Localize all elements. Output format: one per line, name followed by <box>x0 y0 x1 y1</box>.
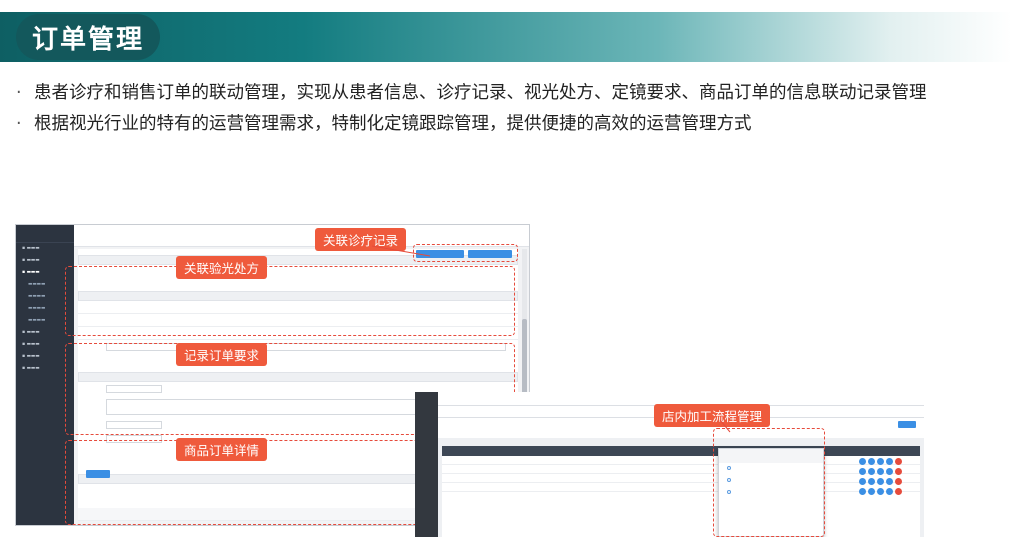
callout-order-details: 商品订单详情 <box>176 438 268 461</box>
action-circle[interactable] <box>877 468 884 475</box>
table-header <box>442 446 920 456</box>
action-circle[interactable] <box>877 478 884 485</box>
bullet-marker: · <box>16 114 22 134</box>
table-row <box>442 456 920 465</box>
action-circle[interactable] <box>886 478 893 485</box>
bullet-list: · 患者诊疗和销售订单的联动管理，实现从患者信息、诊疗记录、视光处方、定镜要求、… <box>16 78 996 140</box>
action-circle[interactable] <box>895 458 902 465</box>
table-row <box>442 474 920 483</box>
table-row <box>442 465 920 474</box>
action-circle[interactable] <box>859 488 866 495</box>
bullet-marker: · <box>16 83 22 103</box>
action-circle[interactable] <box>895 488 902 495</box>
action-circle[interactable] <box>868 478 875 485</box>
action-circle[interactable] <box>895 478 902 485</box>
callout-record-requirements: 记录订单要求 <box>176 343 268 366</box>
app-logo <box>16 225 74 243</box>
bullet-item: · 患者诊疗和销售订单的联动管理，实现从患者信息、诊疗记录、视光处方、定镜要求、… <box>16 78 996 109</box>
slide: 订单管理 · 患者诊疗和销售订单的联动管理，实现从患者信息、诊疗记录、视光处方、… <box>0 0 1012 537</box>
callout-link-prescription: 关联验光处方 <box>176 256 268 279</box>
action-circle[interactable] <box>886 458 893 465</box>
callout-inhouse-process: 店内加工流程管理 <box>654 404 771 427</box>
table-row <box>442 483 920 492</box>
action-circle[interactable] <box>877 458 884 465</box>
bullet-text: 患者诊疗和销售订单的联动管理，实现从患者信息、诊疗记录、视光处方、定镜要求、商品… <box>34 83 927 103</box>
query-button[interactable] <box>898 421 916 428</box>
highlight-link-record <box>413 244 518 262</box>
action-circle[interactable] <box>859 458 866 465</box>
processing-table <box>442 446 920 537</box>
action-circle[interactable] <box>868 468 875 475</box>
action-circle[interactable] <box>868 458 875 465</box>
sidebar-item: ▪ ▬▬▬ <box>22 258 40 263</box>
highlight-inhouse-process <box>713 428 825 537</box>
action-circle[interactable] <box>886 468 893 475</box>
action-circle[interactable] <box>859 468 866 475</box>
bullet-item: · 根据视光行业的特有的运营管理需求，特制化定镜跟踪管理，提供便捷的高效的运营管… <box>16 109 996 140</box>
title-pill: 订单管理 <box>16 14 161 60</box>
highlight-prescription <box>65 266 515 336</box>
bullet-text: 根据视光行业的特有的运营管理需求，特制化定镜跟踪管理，提供便捷的高效的运营管理方… <box>34 114 752 134</box>
slide-title: 订单管理 <box>32 24 145 55</box>
action-circle[interactable] <box>877 488 884 495</box>
action-circle[interactable] <box>895 468 902 475</box>
callout-link-record: 关联诊疗记录 <box>315 228 407 251</box>
action-circle[interactable] <box>868 488 875 495</box>
action-circle[interactable] <box>859 478 866 485</box>
action-circle[interactable] <box>886 488 893 495</box>
sidebar-item: ▪ ▬▬▬ <box>22 246 40 251</box>
